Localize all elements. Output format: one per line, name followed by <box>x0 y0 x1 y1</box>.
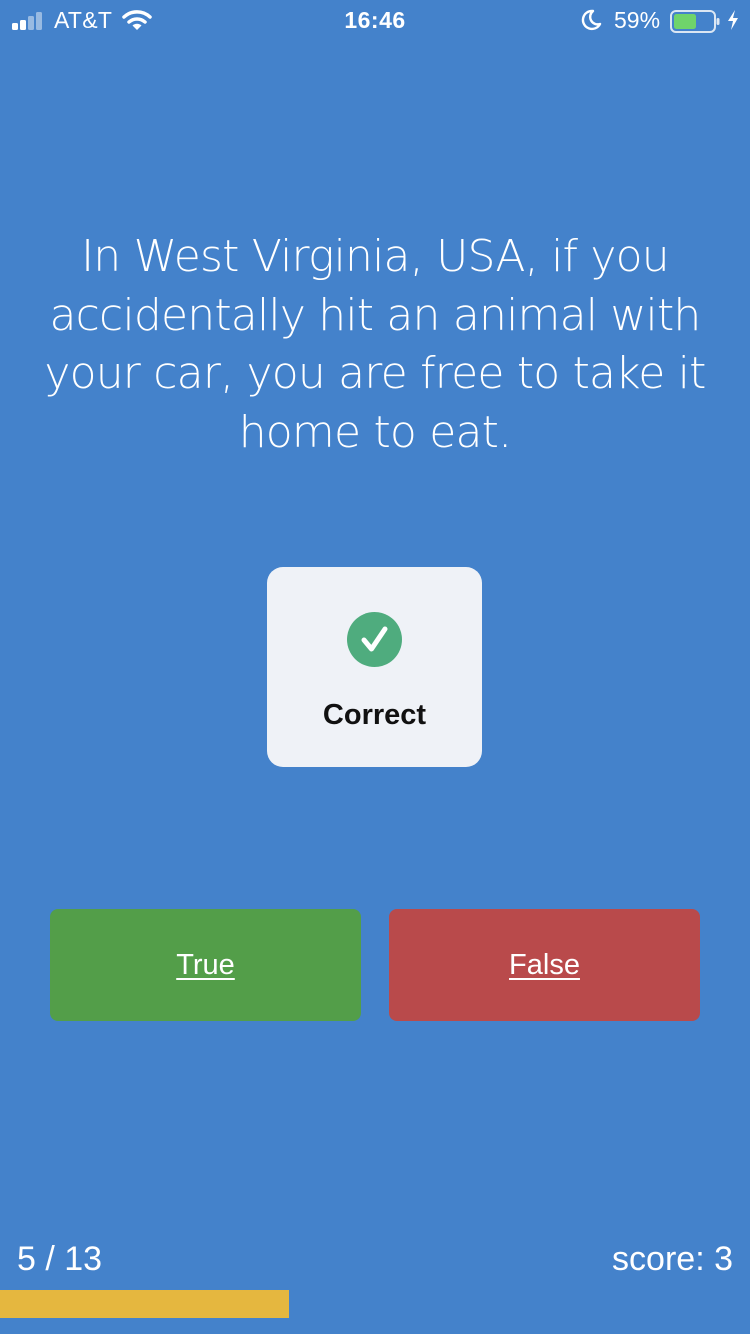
true-button-label: True <box>176 948 235 981</box>
moon-icon <box>580 9 602 37</box>
question-counter: 5 / 13 <box>17 1240 103 1278</box>
false-button-label: False <box>509 948 580 981</box>
charging-bolt-icon <box>727 9 739 37</box>
false-button[interactable]: False <box>389 909 700 1021</box>
battery-percentage: 59% <box>614 7 661 33</box>
question-text: In West Virginia, USA, if you accidental… <box>44 231 706 458</box>
progress-bar <box>0 1290 750 1318</box>
battery-icon <box>670 10 720 40</box>
progress-bar-fill <box>0 1290 289 1318</box>
true-button[interactable]: True <box>50 909 361 1021</box>
score-label: score: 3 <box>612 1240 733 1278</box>
feedback-label: Correct <box>322 699 427 731</box>
feedback-card: Correct <box>267 567 482 767</box>
quiz-screen: AT&T 16:46 59% In West Virginia, USA, if… <box>0 0 750 1334</box>
status-bar: AT&T 16:46 59% <box>0 0 750 40</box>
check-circle-icon <box>347 612 402 667</box>
